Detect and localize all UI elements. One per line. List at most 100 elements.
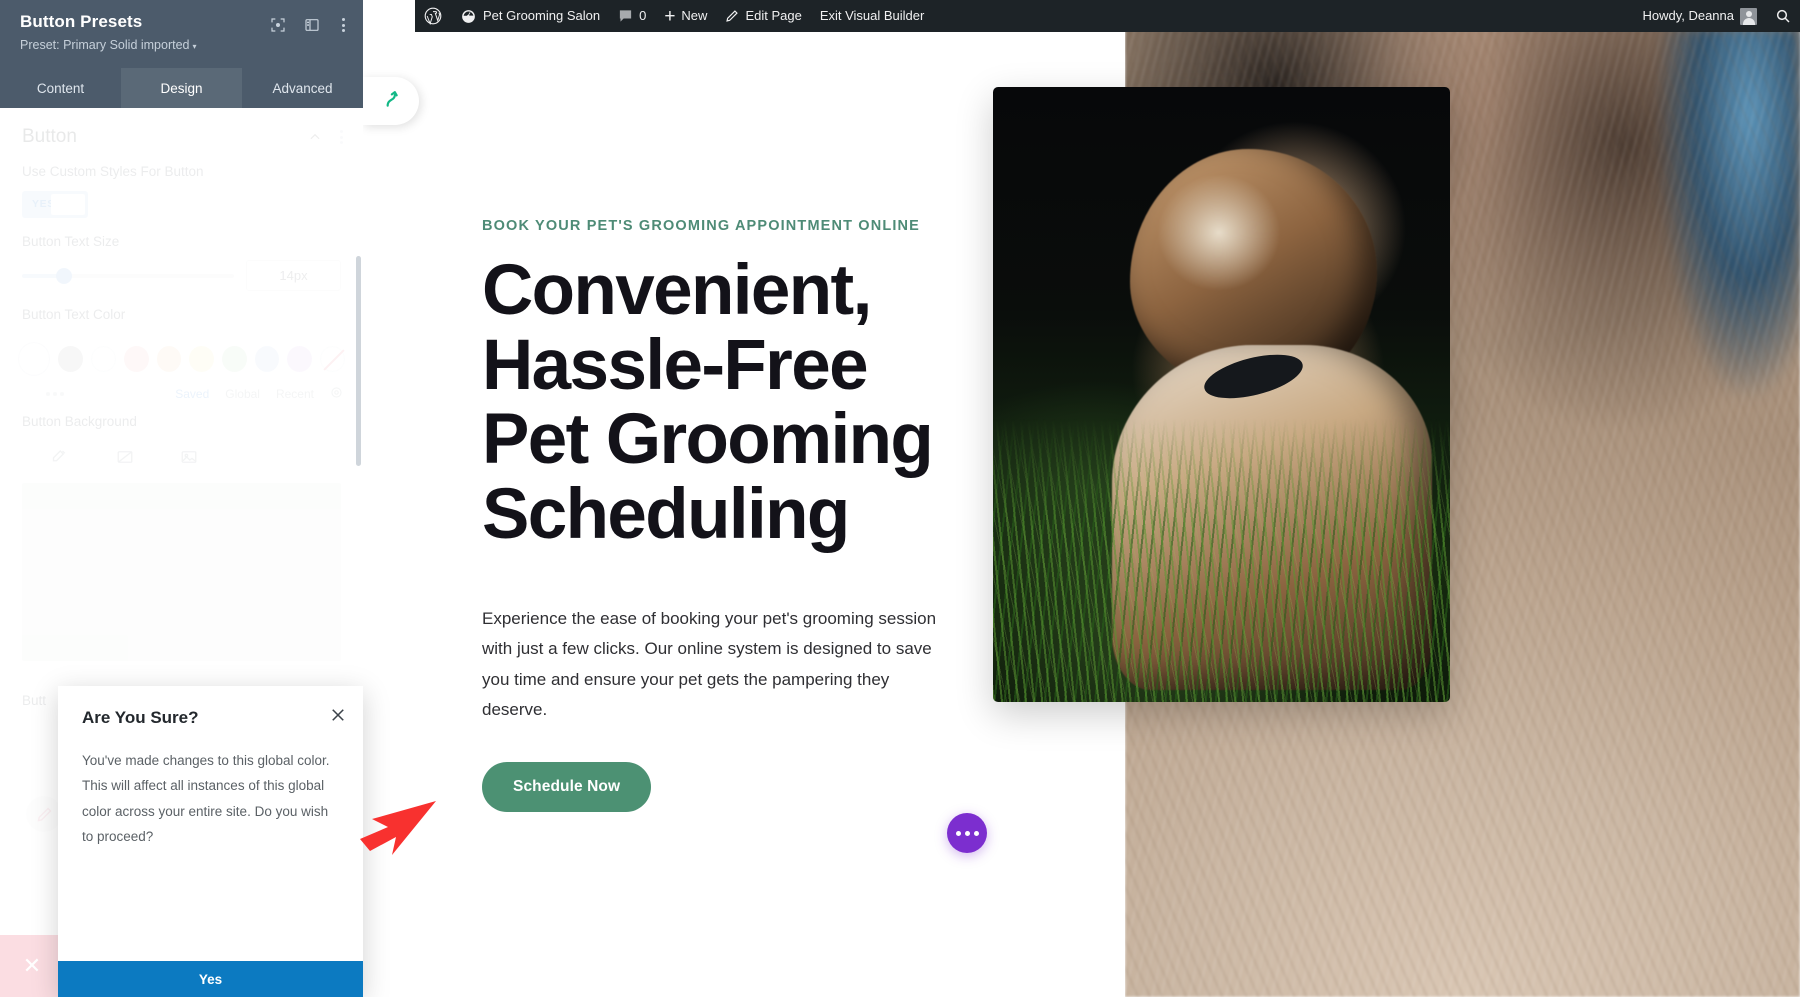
dashboard-icon	[460, 8, 477, 25]
toggle-knob	[51, 193, 85, 215]
color-tab-recent[interactable]: Recent	[276, 387, 314, 401]
background-type-tabs	[0, 444, 363, 471]
confirm-dialog: Are You Sure? You've made changes to thi…	[58, 686, 363, 997]
swatch-orange[interactable]	[156, 345, 182, 372]
site-name-menu[interactable]: Pet Grooming Salon	[451, 0, 609, 32]
background-image-icon[interactable]	[180, 448, 198, 471]
panel-header-actions	[270, 16, 349, 34]
schedule-now-button[interactable]: Schedule Now	[482, 762, 652, 813]
hero-text-block: BOOK YOUR PET'S GROOMING APPOINTMENT ONL…	[482, 218, 982, 813]
section-button[interactable]: Button	[0, 108, 363, 152]
field-label: Button Text Size	[22, 233, 120, 249]
search-icon	[1775, 8, 1791, 24]
chevron-up-icon	[310, 133, 320, 140]
tab-content[interactable]: Content	[0, 68, 121, 108]
swatch-blue[interactable]	[254, 345, 280, 372]
comments-menu[interactable]: 0	[609, 0, 655, 32]
edit-page-link[interactable]: Edit Page	[716, 0, 810, 32]
account-menu[interactable]: Howdy, Deanna	[1633, 0, 1766, 32]
swatch-purple[interactable]	[287, 345, 313, 372]
color-tab-global[interactable]: Global	[225, 387, 260, 401]
text-color-swatch-list	[0, 338, 363, 376]
search-button[interactable]	[1766, 0, 1800, 32]
use-custom-styles-toggle[interactable]: YES	[22, 190, 88, 218]
confirm-dialog-body: Are You Sure? You've made changes to thi…	[58, 686, 363, 866]
field-label: Button Text Color	[22, 307, 126, 323]
tab-design[interactable]: Design	[121, 68, 242, 108]
comment-count: 0	[639, 8, 647, 23]
ellipsis-dot	[955, 830, 961, 836]
panel-layout-icon[interactable]	[304, 17, 320, 33]
visual-builder-canvas: BOOK YOUR PET'S GROOMING APPOINTMENT ONL…	[363, 28, 1800, 997]
chevron-down-icon: ▾	[192, 42, 197, 51]
background-gradient-icon[interactable]	[116, 448, 134, 471]
new-content-menu[interactable]: + New	[655, 0, 716, 32]
slider-fill	[22, 273, 61, 278]
kebab-menu-icon[interactable]	[336, 128, 347, 146]
color-tab-saved[interactable]: Saved	[175, 387, 209, 401]
tab-advanced[interactable]: Advanced	[242, 68, 363, 108]
ellipsis-dot	[973, 830, 979, 836]
howdy-label: Howdy, Deanna	[1642, 8, 1734, 23]
hero-image-card	[993, 87, 1450, 702]
panel-header: Button Presets Preset: Primary Solid imp…	[0, 0, 363, 68]
panel-settings-dimmed-content: Button Use Custom Styles For Button YES …	[0, 108, 363, 724]
ellipsis-dot	[964, 830, 970, 836]
pencil-circle-icon[interactable]	[26, 796, 62, 832]
swatch-yellow[interactable]	[189, 345, 215, 372]
panel-preset-selector[interactable]: Preset: Primary Solid imported ▾	[20, 38, 347, 52]
edit-page-label: Edit Page	[745, 8, 802, 23]
comment-bubble-icon	[618, 9, 633, 23]
section-button-actions	[308, 128, 347, 146]
gear-icon[interactable]	[330, 386, 343, 402]
panel-tabs: Content Design Advanced	[0, 68, 363, 108]
pointer-arrow-icon	[360, 801, 436, 855]
slider-handle[interactable]	[55, 267, 72, 284]
focus-target-icon[interactable]	[270, 17, 286, 33]
new-label: New	[681, 8, 708, 23]
wordpress-logo-icon	[424, 7, 442, 25]
plus-icon: +	[664, 5, 676, 27]
text-size-slider-row: 14px	[22, 260, 341, 292]
field-use-custom-styles: Use Custom Styles For Button YES	[0, 152, 363, 222]
arrow-curve-up-icon	[381, 89, 401, 114]
background-color-preview[interactable]	[22, 483, 341, 662]
swatch-gray[interactable]	[58, 345, 84, 372]
visual-builder-more-fab[interactable]	[947, 813, 987, 853]
text-size-value[interactable]: 14px	[246, 260, 341, 292]
confirm-yes-button[interactable]: Yes	[58, 961, 363, 997]
close-icon: ✕	[22, 953, 42, 978]
swatch-white[interactable]	[91, 345, 116, 372]
exit-visual-builder-link[interactable]: Exit Visual Builder	[811, 0, 934, 32]
pencil-icon	[725, 9, 739, 23]
ellipsis-icon[interactable]	[20, 391, 64, 396]
hero-eyebrow: BOOK YOUR PET'S GROOMING APPOINTMENT ONL…	[482, 218, 920, 234]
section-button-label: Button	[22, 126, 77, 147]
hero-paragraph: Experience the ease of booking your pet'…	[482, 609, 937, 719]
background-color-icon[interactable]	[52, 448, 70, 471]
close-button[interactable]: ✕	[0, 935, 64, 997]
swatch-transparent[interactable]	[320, 345, 345, 372]
close-icon[interactable]	[329, 706, 347, 724]
field-button-text-size: Button Text Size 14px	[0, 222, 363, 296]
confirm-dialog-title: Are You Sure?	[82, 708, 199, 727]
wp-logo-menu[interactable]	[415, 0, 451, 32]
exit-visual-builder-label: Exit Visual Builder	[819, 8, 925, 23]
field-label: Use Custom Styles For Button	[22, 164, 204, 179]
visual-builder-toggle-pill[interactable]	[363, 77, 419, 125]
confirm-dialog-text: You've made changes to this global color…	[82, 753, 330, 845]
swatch-green[interactable]	[222, 345, 247, 372]
panel-preset-label: Preset: Primary Solid imported	[20, 38, 190, 52]
color-source-tabs: Saved Global Recent	[0, 376, 363, 402]
swatch-red[interactable]	[123, 345, 149, 372]
text-size-slider[interactable]	[22, 267, 234, 284]
swatch-current[interactable]	[18, 341, 51, 376]
site-name-label: Pet Grooming Salon	[483, 8, 601, 23]
panel-scrollbar[interactable]	[356, 256, 361, 466]
wp-admin-bar: Pet Grooming Salon 0 + New Edit Page Exi…	[415, 0, 1800, 32]
page-title: Convenient, Hassle-Free Pet Grooming Sch…	[482, 251, 934, 554]
field-label: Button Background	[22, 413, 137, 429]
field-button-background: Button Background	[0, 402, 363, 445]
user-avatar-icon	[1740, 7, 1757, 25]
kebab-menu-icon[interactable]	[338, 16, 349, 34]
